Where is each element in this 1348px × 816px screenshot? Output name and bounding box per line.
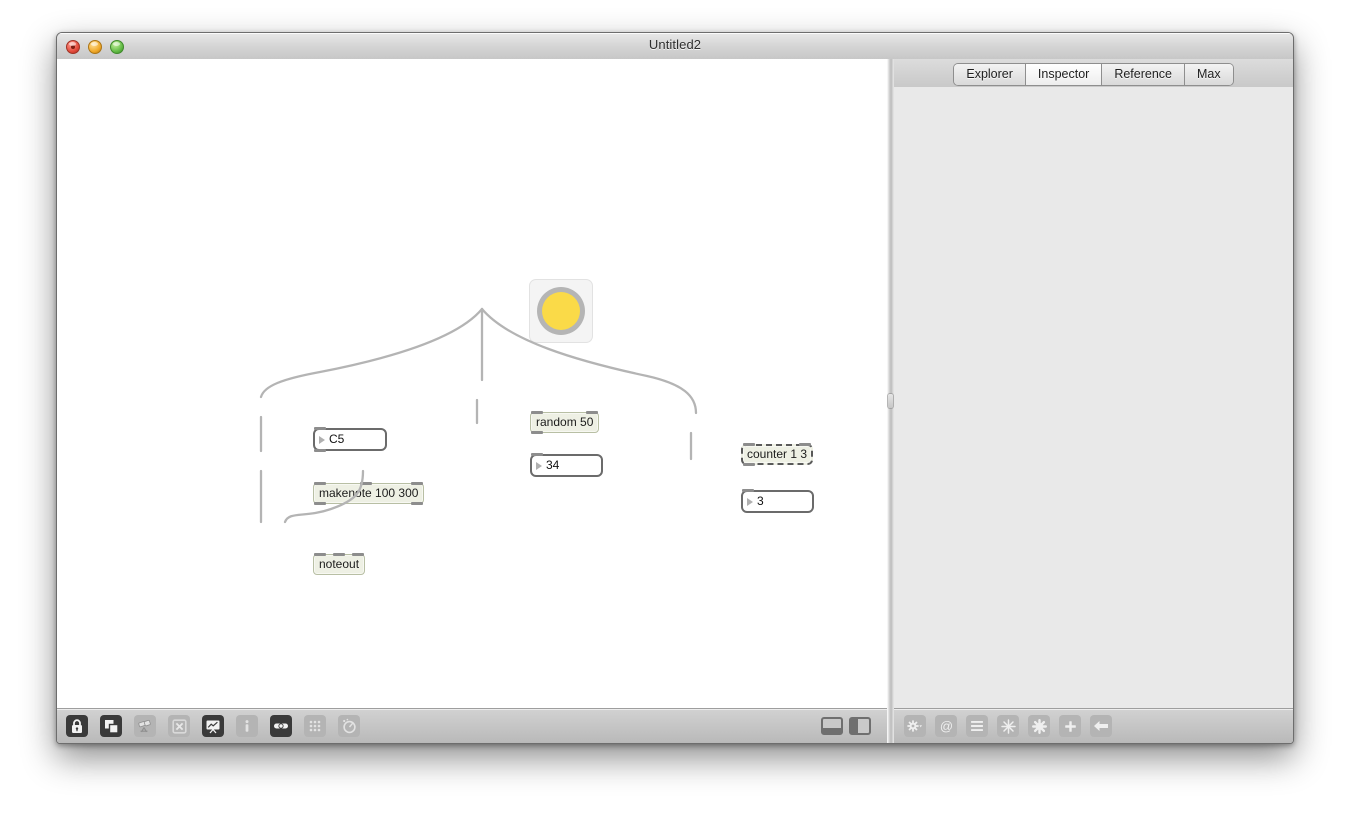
patcher-toolbar (57, 708, 887, 743)
close-box-icon[interactable] (168, 715, 190, 737)
inlet-nub-left[interactable] (531, 411, 543, 414)
presentation-mode-icon[interactable] (100, 715, 122, 737)
debug-gauge-icon[interactable] (338, 715, 360, 737)
sidebar-tabs: Explorer Inspector Reference Max (954, 63, 1233, 85)
numbox-34-value: 34 (546, 458, 560, 472)
triangle-icon (536, 461, 542, 470)
inspector-pill-icon[interactable] (270, 715, 292, 737)
object-num-34[interactable]: 34 (530, 453, 603, 477)
plus-icon[interactable] (1059, 715, 1081, 737)
inlet-nub[interactable] (531, 453, 543, 456)
maxobj-counter[interactable]: counter 1 3 (741, 444, 814, 465)
panel-bottom-icon[interactable] (821, 717, 843, 735)
bang-dot (542, 292, 580, 330)
maxobj-makenote[interactable]: makenote 100 300 (313, 483, 425, 504)
lock-icon[interactable] (66, 715, 88, 737)
pane-splitter[interactable] (887, 59, 894, 743)
list-lines-icon[interactable] (966, 715, 988, 737)
object-noteout[interactable]: noteout (313, 553, 366, 575)
inlet-nub-mid[interactable] (333, 553, 345, 556)
inlet-nub-right[interactable] (411, 482, 424, 485)
outlet-nub[interactable] (314, 449, 326, 452)
inlet-nub-left[interactable] (314, 482, 326, 485)
numbox-c5-value: C5 (329, 432, 345, 446)
outlet-nub[interactable] (743, 463, 755, 466)
window-title: Untitled2 (648, 37, 702, 52)
bang-ring (537, 287, 585, 335)
bang-object[interactable] (529, 279, 593, 343)
window-body: C5 random 50 counter 1 3 34 3 makenote 1… (57, 59, 1293, 743)
object-c5[interactable]: C5 (313, 427, 387, 452)
sidebar: Explorer Inspector Reference Max @ (894, 59, 1293, 743)
chart-board-icon[interactable] (202, 715, 224, 737)
patcher-canvas[interactable]: C5 random 50 counter 1 3 34 3 makenote 1… (57, 59, 887, 709)
inlet-nub-left[interactable] (314, 553, 326, 556)
inlet-nub[interactable] (314, 427, 326, 430)
inlet-nub[interactable] (742, 489, 754, 492)
tab-inspector[interactable]: Inspector (1025, 63, 1103, 85)
maxobj-makenote-label: makenote 100 300 (319, 486, 419, 500)
object-makenote[interactable]: makenote 100 300 (313, 482, 425, 505)
maxobj-counter-label: counter 1 3 (747, 447, 808, 461)
object-num-3[interactable]: 3 (741, 489, 814, 513)
triangle-icon (319, 435, 325, 444)
maxobj-noteout[interactable]: noteout (313, 554, 366, 575)
tab-explorer[interactable]: Explorer (954, 63, 1026, 85)
tab-reference[interactable]: Reference (1102, 63, 1186, 85)
sidebar-content[interactable] (894, 87, 1293, 709)
numbox-3[interactable]: 3 (741, 490, 814, 513)
patcher-pane: C5 random 50 counter 1 3 34 3 makenote 1… (57, 59, 887, 743)
inlet-nub-right[interactable] (586, 411, 599, 414)
bang-button[interactable] (529, 279, 593, 343)
inlet-nub-mid[interactable] (360, 482, 372, 485)
numbox-c5[interactable]: C5 (313, 428, 387, 451)
object-counter[interactable]: counter 1 3 (741, 443, 814, 466)
numbox-3-value: 3 (757, 494, 764, 508)
sidebar-tabbar: Explorer Inspector Reference Max (894, 59, 1293, 89)
tab-max[interactable]: Max (1185, 63, 1233, 85)
sun-burst-icon[interactable] (1028, 715, 1050, 737)
numbox-34[interactable]: 34 (530, 454, 603, 477)
gear-dropdown-icon[interactable] (904, 715, 926, 737)
sidebar-toolbar: @ (894, 708, 1293, 743)
at-sign-icon[interactable]: @ (935, 715, 957, 737)
svg-text:@: @ (939, 719, 952, 734)
maxobj-random[interactable]: random 50 (530, 412, 600, 433)
back-arrow-icon[interactable] (1090, 715, 1112, 737)
inlet-nub-right[interactable] (352, 553, 365, 556)
patcher-toolbar-left (57, 715, 360, 737)
max-patcher-window: Untitled2 C5 random 50 counter 1 3 34 3 … (56, 32, 1294, 744)
inlet-nub-right[interactable] (799, 443, 812, 446)
info-icon[interactable] (236, 715, 258, 737)
screen: Untitled2 C5 random 50 counter 1 3 34 3 … (0, 0, 1348, 816)
title-bar[interactable]: Untitled2 (57, 33, 1293, 60)
triangle-icon (747, 497, 753, 506)
outlet-nub-left[interactable] (314, 502, 326, 505)
outlet-nub[interactable] (531, 431, 543, 434)
outlet-nub-right[interactable] (411, 502, 424, 505)
object-random[interactable]: random 50 (530, 411, 600, 434)
snowflake-icon[interactable] (997, 715, 1019, 737)
grid-icon[interactable] (304, 715, 326, 737)
patch-cords-main (259, 307, 698, 524)
inlet-nub-left[interactable] (743, 443, 755, 446)
telescope-icon[interactable] (134, 715, 156, 737)
maxobj-noteout-label: noteout (319, 557, 360, 571)
splitter-grip[interactable] (888, 394, 893, 408)
maxobj-random-label: random 50 (536, 415, 594, 429)
panel-right-icon[interactable] (849, 717, 871, 735)
patcher-toolbar-right (821, 717, 887, 735)
